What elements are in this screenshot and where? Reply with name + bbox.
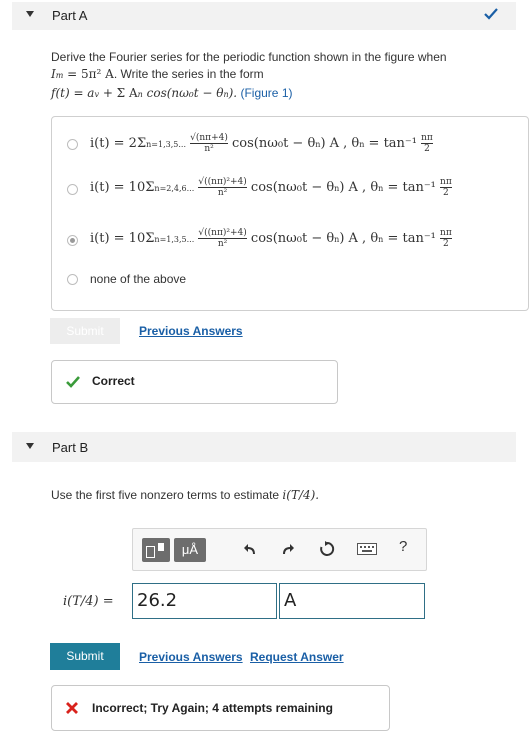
collapse-caret-icon[interactable] (26, 11, 34, 17)
none-of-the-above-label[interactable]: none of the above (90, 272, 186, 286)
option-3-text[interactable]: i(t) = 10Σn=1,3,5... √((nπ)²+4) n² cos(n… (90, 228, 452, 249)
feedback-correct-text: Correct (92, 374, 135, 388)
feedback-incorrect: Incorrect; Try Again; 4 attempts remaini… (51, 685, 390, 731)
previous-answers-link-a[interactable]: Previous Answers (139, 324, 243, 338)
option-2-text[interactable]: i(t) = 10Σn=2,4,6... √((nπ)²+4) n² cos(n… (90, 177, 452, 198)
part-b-header[interactable]: Part B (12, 432, 516, 462)
answer-unit-input[interactable]: A (279, 583, 425, 619)
previous-answers-link-b[interactable]: Previous Answers (139, 650, 243, 664)
option-1-radio[interactable] (67, 139, 78, 150)
part-a-header[interactable]: Part A (12, 2, 516, 30)
question-line-1: Derive the Fourier series for the period… (51, 50, 447, 64)
part-a-label: Part A (52, 8, 88, 23)
keyboard-icon[interactable] (357, 543, 377, 555)
reset-icon[interactable] (319, 541, 335, 557)
feedback-correct: Correct (51, 360, 338, 404)
collapse-caret-icon[interactable] (26, 443, 34, 449)
incorrect-x-icon (66, 702, 78, 714)
question-line-3: f(t) = av + Σ An cos(nω₀t − θn). (Figure… (51, 86, 293, 100)
math-toolbar: μÅ ? (132, 528, 427, 571)
part-b-question: Use the first five nonzero terms to esti… (51, 488, 320, 502)
answer-value-input[interactable]: 26.2 (132, 583, 277, 619)
part-b-label: Part B (52, 440, 89, 455)
question-line-2: Im = 5π² A. Write the series in the form (51, 67, 264, 81)
help-button[interactable]: ? (399, 538, 407, 555)
templates-button[interactable] (142, 538, 170, 562)
option-3-radio[interactable] (67, 235, 78, 246)
redo-icon[interactable] (281, 543, 295, 555)
submit-button-disabled: Submit (50, 318, 120, 344)
units-button[interactable]: μÅ (174, 538, 206, 562)
submit-button[interactable]: Submit (50, 643, 120, 670)
option-1-text[interactable]: i(t) = 2Σn=1,3,5... √(nπ+4) n² cos(nω₀t … (90, 133, 433, 154)
answer-label: i(T/4) = (63, 594, 114, 609)
option-2-radio[interactable] (67, 184, 78, 195)
correct-check-icon (484, 8, 498, 20)
option-4-radio[interactable] (67, 274, 78, 285)
undo-icon[interactable] (243, 543, 257, 555)
figure-link[interactable]: (Figure 1) (240, 86, 292, 100)
request-answer-link[interactable]: Request Answer (250, 650, 344, 664)
correct-check-icon (66, 376, 80, 388)
feedback-incorrect-text: Incorrect; Try Again; 4 attempts remaini… (92, 701, 333, 715)
